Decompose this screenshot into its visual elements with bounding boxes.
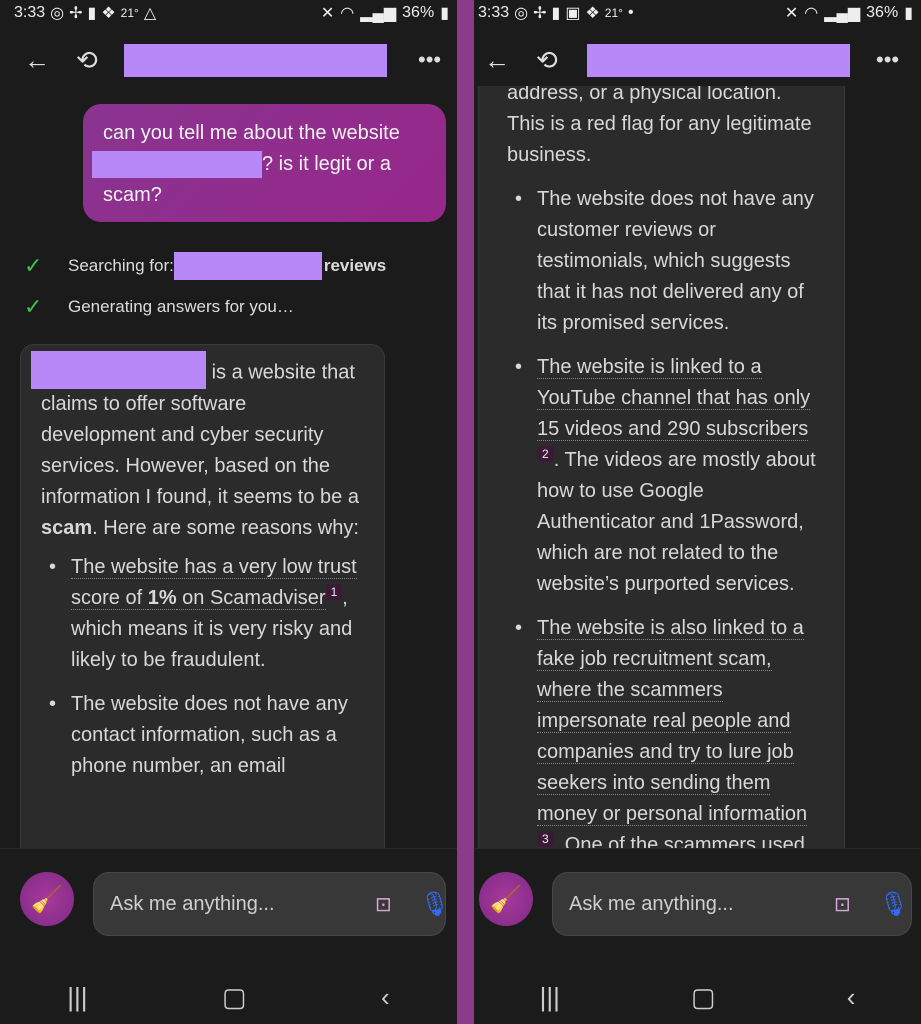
citation-badge[interactable]: 3 (537, 831, 554, 848)
mic-icon[interactable]: 🎙 (420, 890, 450, 919)
fan-icon: ✢ (69, 5, 83, 22)
whatsapp-icon: ◎ (514, 5, 529, 22)
drive-icon: △ (143, 5, 157, 22)
dropbox-icon: ❖ (585, 5, 600, 22)
status-bar: 3:33 ◎ ✢ ▮ ▣ ❖ 21° • ✕ ◠ ▂▄▆ 36% ▮ (474, 0, 921, 26)
reason-item: The website is linked to a YouTube chann… (507, 352, 824, 600)
redacted-title (587, 44, 850, 77)
reason-item: The website is also linked to a fake job… (507, 613, 824, 861)
source-link[interactable]: 1% (147, 587, 177, 610)
source-link[interactable]: The website is also linked to a fake job… (537, 617, 808, 826)
source-link[interactable]: on Scamadviser (176, 587, 326, 610)
time: 3:33 (14, 4, 46, 21)
text: . Here are some reasons why: (92, 517, 359, 539)
nav-bar: ||| ▢ ‹ (0, 969, 457, 1024)
back-icon[interactable]: ← (24, 36, 50, 84)
mute-icon: ✕ (320, 5, 335, 22)
ask-input[interactable] (110, 892, 375, 916)
signal-icon: ▂▄▆ (824, 5, 861, 22)
user-message: can you tell me about the website ? is i… (83, 104, 446, 222)
battery-level: 36% (866, 4, 899, 21)
nav-bar: ||| ▢ ‹ (474, 969, 921, 1024)
source-link[interactable]: The website is linked to a YouTube chann… (537, 356, 811, 441)
step-text: Generating answers for you… (68, 297, 294, 316)
bottom-bar: 🧹 ⊡🎙 |||▢‹ (474, 848, 921, 1024)
camera-scan-icon[interactable]: ⊡ (375, 892, 392, 917)
back-icon[interactable]: ← (484, 36, 510, 84)
whatsapp-icon: ◎ (50, 5, 65, 22)
temperature: 21° (604, 6, 623, 20)
citation-badge[interactable]: 1 (325, 584, 343, 601)
recents-icon[interactable]: ||| (540, 982, 560, 1013)
text: . The videos are mostly about how to use… (537, 449, 816, 595)
answer-intro: is a website that claims to offer softwa… (31, 351, 364, 544)
time: 3:33 (478, 4, 510, 21)
mic-icon[interactable]: 🎙 (879, 890, 909, 919)
nav-back-icon[interactable]: ‹ (381, 982, 390, 1013)
more-icon[interactable]: ••• (876, 36, 899, 84)
answer-card: is a website that claims to offer softwa… (20, 344, 385, 864)
temperature: 21° (120, 6, 139, 20)
gallery-icon: ▣ (565, 5, 581, 22)
message-text: can you tell me about the website (103, 122, 400, 144)
redacted-site (92, 151, 262, 179)
sd-icon: ▮ (551, 5, 561, 22)
camera-scan-icon[interactable]: ⊡ (834, 892, 851, 917)
text: The website does not have any customer r… (537, 188, 814, 334)
header: ← ⟲ ••• (474, 36, 921, 84)
text-bold: scam (41, 517, 93, 539)
home-icon[interactable]: ▢ (222, 982, 247, 1013)
answer-card: address, or a physical location. This is… (478, 86, 845, 866)
mute-icon: ✕ (784, 5, 799, 22)
redacted-title (124, 44, 387, 77)
recents-icon[interactable]: ||| (67, 982, 87, 1013)
dropbox-icon: ❖ (101, 5, 116, 22)
sd-icon: ▮ (87, 5, 97, 22)
dot-icon: • (627, 4, 634, 21)
divider (457, 0, 474, 1024)
history-icon[interactable]: ⟲ (536, 36, 558, 84)
text: The website does not have any contact in… (71, 693, 348, 777)
reason-item: The website does not have any contact in… (41, 689, 364, 782)
text: address, or a physical location. This is… (507, 86, 812, 166)
battery-level: 36% (402, 4, 435, 21)
ask-input[interactable] (569, 892, 834, 916)
left-screen: 3:33 ◎ ✢ ▮ ❖ 21° △ ✕ ◠ ▂▄▆ 36% ▮ ← ⟲ ••• can you t… (0, 0, 457, 1024)
home-icon[interactable]: ▢ (691, 982, 716, 1013)
signal-icon: ▂▄▆ (360, 5, 397, 22)
generate-step: ✓ Generating answers for you… (24, 294, 294, 320)
check-icon: ✓ (24, 253, 43, 278)
new-topic-broom-icon[interactable]: 🧹 (479, 872, 533, 926)
more-icon[interactable]: ••• (418, 36, 441, 84)
history-icon[interactable]: ⟲ (76, 36, 98, 84)
status-bar: 3:33 ◎ ✢ ▮ ❖ 21° △ ✕ ◠ ▂▄▆ 36% ▮ (0, 0, 457, 26)
redacted-query (173, 252, 322, 280)
header: ← ⟲ ••• (0, 36, 457, 84)
fan-icon: ✢ (533, 5, 547, 22)
reason-item: The website does not have any customer r… (507, 184, 824, 339)
check-icon: ✓ (24, 294, 43, 319)
right-screen: address, or a physical location. This is… (474, 0, 921, 1024)
battery-icon: ▮ (440, 5, 449, 22)
citation-badge[interactable]: 2 (537, 446, 554, 463)
redacted-site (31, 351, 206, 389)
step-text: Searching for: (68, 256, 174, 275)
wifi-icon: ◠ (340, 5, 355, 22)
reason-item: The website has a very low trust score o… (41, 552, 364, 676)
ask-input-box: ⊡🎙 (552, 872, 912, 936)
nav-back-icon[interactable]: ‹ (847, 982, 856, 1013)
search-step: ✓ Searching for: reviews (24, 252, 386, 280)
step-bold: reviews (323, 256, 387, 275)
ask-input-box: ⊡🎙 (93, 872, 450, 936)
new-topic-broom-icon[interactable]: 🧹 (20, 872, 74, 926)
bottom-bar: 🧹 ⊡🎙 |||▢‹ (0, 848, 457, 1024)
wifi-icon: ◠ (804, 5, 819, 22)
battery-icon: ▮ (904, 5, 913, 22)
